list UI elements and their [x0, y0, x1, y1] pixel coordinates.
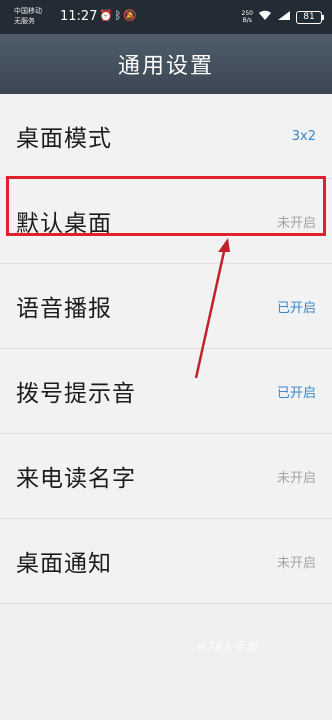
carrier-name: 中国移动: [14, 7, 42, 15]
clock: 11:27: [60, 9, 98, 24]
status-right: 250 B/s 81: [242, 7, 324, 27]
signal-icon: [277, 10, 291, 24]
settings-row-label: 桌面通知: [16, 551, 112, 577]
settings-row[interactable]: 默认桌面 未开启: [0, 179, 332, 264]
watermark: 6765手游: [198, 640, 259, 654]
mute-icon: 🔕: [123, 9, 140, 22]
settings-row[interactable]: 桌面模式 3x2: [0, 94, 332, 179]
settings-row-value: 未开启: [276, 555, 316, 571]
carrier-service: 无服务: [14, 17, 35, 25]
settings-row-value: 已开启: [276, 385, 316, 401]
title-bar: 通用设置: [0, 34, 332, 94]
settings-row-label: 语音播报: [16, 296, 112, 322]
settings-row-label: 拨号提示音: [16, 381, 136, 407]
network-speed-value: 250: [241, 10, 253, 17]
settings-row-label: 来电读名字: [16, 466, 136, 492]
battery-indicator: 81: [296, 10, 324, 24]
status-bar: 中国移动 无服务 11:27 ⏰ᛒ🔕 250 B/s 81: [0, 0, 332, 34]
status-icons: ⏰ᛒ🔕: [99, 9, 139, 22]
settings-row[interactable]: 拨号提示音 已开启: [0, 349, 332, 434]
settings-row-value: 已开启: [276, 300, 316, 316]
settings-row-value: 未开启: [276, 215, 316, 231]
carrier-info: 中国移动 无服务: [14, 6, 42, 26]
settings-row-value: 未开启: [276, 470, 316, 486]
settings-row-label: 默认桌面: [16, 211, 112, 237]
page-title: 通用设置: [117, 54, 214, 79]
alarm-icon: ⏰: [99, 9, 115, 22]
settings-list: 桌面模式 3x2 默认桌面 未开启 语音播报 已开启 拨号提示音 已开启 来电读名字 未开启 桌面通…: [0, 94, 332, 604]
network-speed-unit: B/s: [242, 17, 252, 24]
settings-row-label: 桌面模式: [16, 126, 112, 152]
wifi-icon: [258, 10, 272, 24]
settings-row[interactable]: 语音播报 已开启: [0, 264, 332, 349]
settings-row[interactable]: 桌面通知 未开启: [0, 519, 332, 604]
settings-row[interactable]: 来电读名字 未开启: [0, 434, 332, 519]
network-speed: 250 B/s: [242, 10, 253, 24]
settings-row-value: 3x2: [291, 128, 316, 144]
